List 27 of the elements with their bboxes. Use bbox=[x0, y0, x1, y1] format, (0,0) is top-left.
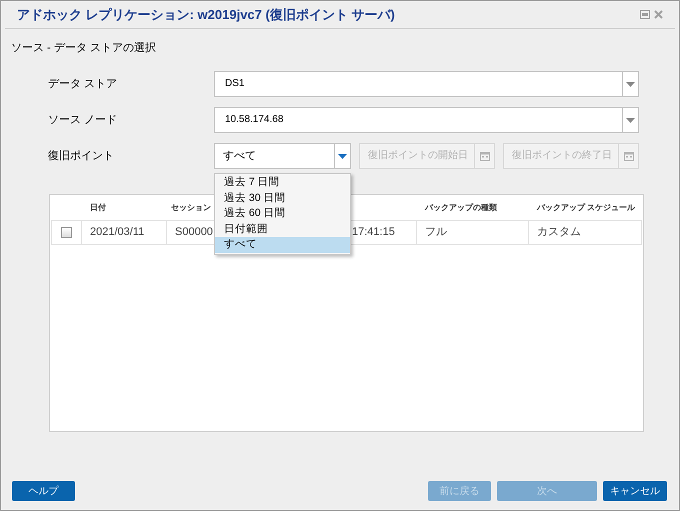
combo-box[interactable]: DS1 bbox=[214, 71, 639, 97]
combo-box[interactable]: すべて bbox=[214, 143, 351, 169]
dropdown-option[interactable]: 過去 30 日間 bbox=[215, 190, 350, 206]
dropdown-option[interactable]: 日付範囲 bbox=[215, 222, 350, 237]
dialog-button[interactable]: ヘルプ bbox=[12, 481, 75, 501]
table-cell-text: カスタム bbox=[537, 225, 581, 240]
dialog-button[interactable]: キャンセル bbox=[603, 481, 667, 501]
dropdown-option[interactable]: 過去 60 日間 bbox=[215, 206, 350, 222]
column-header[interactable]: バックアップ スケジュール bbox=[537, 202, 636, 214]
window-title: アドホック レプリケーション: w2019jvc7 (復旧ポイント サーバ) bbox=[17, 6, 395, 24]
table-cell-text: S00000 bbox=[175, 225, 213, 240]
column-header[interactable]: セッション bbox=[171, 202, 211, 214]
maximize-icon[interactable] bbox=[640, 10, 650, 19]
close-icon[interactable] bbox=[654, 10, 663, 19]
column-header[interactable]: バックアップの種類 bbox=[425, 202, 497, 214]
combo-box[interactable]: 10.58.174.68 bbox=[214, 107, 639, 133]
column-header[interactable]: 日付 bbox=[90, 202, 106, 214]
table-cell-text: フル bbox=[425, 225, 447, 240]
field-label: 復旧ポイント bbox=[48, 148, 115, 164]
row-checkbox[interactable] bbox=[61, 227, 72, 238]
dropdown-option[interactable]: すべて bbox=[215, 237, 350, 252]
field-label: データ ストア bbox=[48, 76, 118, 92]
field-label: ソース ノード bbox=[48, 112, 118, 128]
dropdown-option[interactable]: 過去 7 日間 bbox=[215, 175, 350, 190]
table-cell-text: 17:41:15 bbox=[352, 225, 395, 240]
section-title: ソース - データ ストアの選択 bbox=[11, 41, 157, 54]
table-cell-text: 2021/03/11 bbox=[90, 225, 144, 240]
